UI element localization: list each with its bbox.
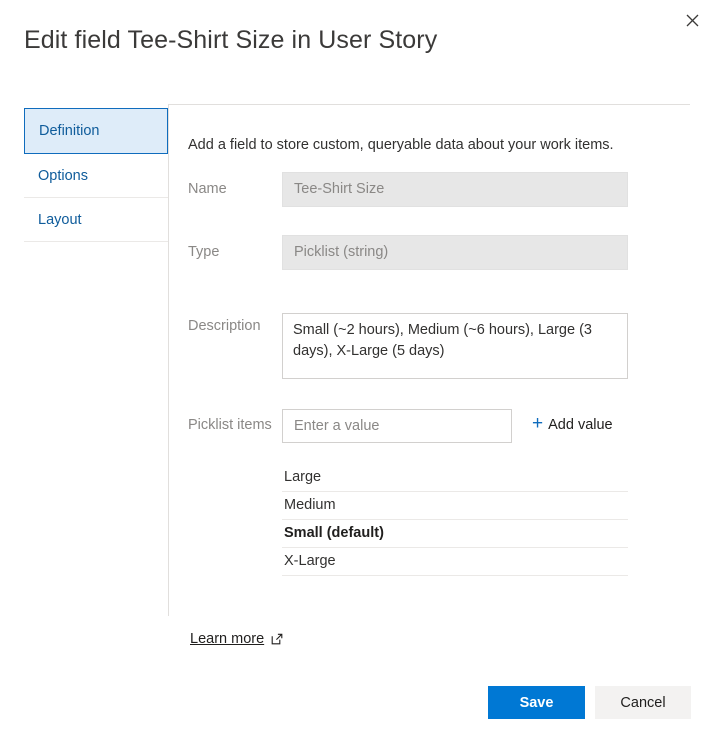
sidebar-item-label: Options (38, 167, 88, 184)
field-row-name: Name Tee-Shirt Size (188, 172, 690, 232)
add-value-label: Add value (548, 416, 613, 433)
add-value-button[interactable]: + Add value (532, 413, 613, 434)
external-link-icon (271, 633, 283, 645)
pivot-nav: Definition Options Layout (24, 108, 168, 242)
type-field: Picklist (string) (282, 235, 628, 270)
panel-description: Add a field to store custom, queryable d… (188, 137, 614, 153)
field-row-description: Description (188, 313, 690, 403)
picklist-items-label: Picklist items (188, 417, 272, 433)
sidebar-item-layout[interactable]: Layout (24, 198, 168, 242)
dialog-body: Definition Options Layout Add a field to… (0, 104, 715, 616)
picklist-items-list: Large Medium Small (default) X-Large (282, 464, 628, 576)
type-label: Type (188, 244, 220, 260)
sidebar-item-label: Layout (38, 211, 82, 228)
page-title: Edit field Tee-Shirt Size in User Story (24, 26, 438, 54)
sidebar-item-label: Definition (39, 123, 100, 139)
nav-divider (168, 104, 169, 616)
save-button[interactable]: Save (488, 686, 585, 719)
picklist-value-input[interactable] (282, 409, 512, 443)
field-row-picklist: Picklist items + Add value Large Medium … (188, 409, 690, 589)
list-item[interactable]: Large (282, 464, 628, 492)
cancel-button[interactable]: Cancel (595, 686, 691, 719)
description-label: Description (188, 318, 261, 334)
sidebar-item-options[interactable]: Options (24, 154, 168, 198)
learn-more-link[interactable]: Learn more (190, 631, 283, 647)
name-field: Tee-Shirt Size (282, 172, 628, 207)
close-button[interactable] (677, 6, 707, 34)
learn-more-label: Learn more (190, 631, 265, 647)
list-item[interactable]: X-Large (282, 548, 628, 576)
close-icon (686, 14, 699, 27)
description-textarea[interactable] (282, 313, 628, 379)
list-item[interactable]: Small (default) (282, 520, 628, 548)
plus-icon: + (532, 413, 544, 434)
name-label: Name (188, 181, 227, 197)
field-row-type: Type Picklist (string) (188, 235, 690, 295)
dialog-footer: Save Cancel (0, 686, 715, 722)
list-item[interactable]: Medium (282, 492, 628, 520)
sidebar-item-definition[interactable]: Definition (24, 108, 168, 154)
definition-panel: Add a field to store custom, queryable d… (188, 104, 690, 589)
